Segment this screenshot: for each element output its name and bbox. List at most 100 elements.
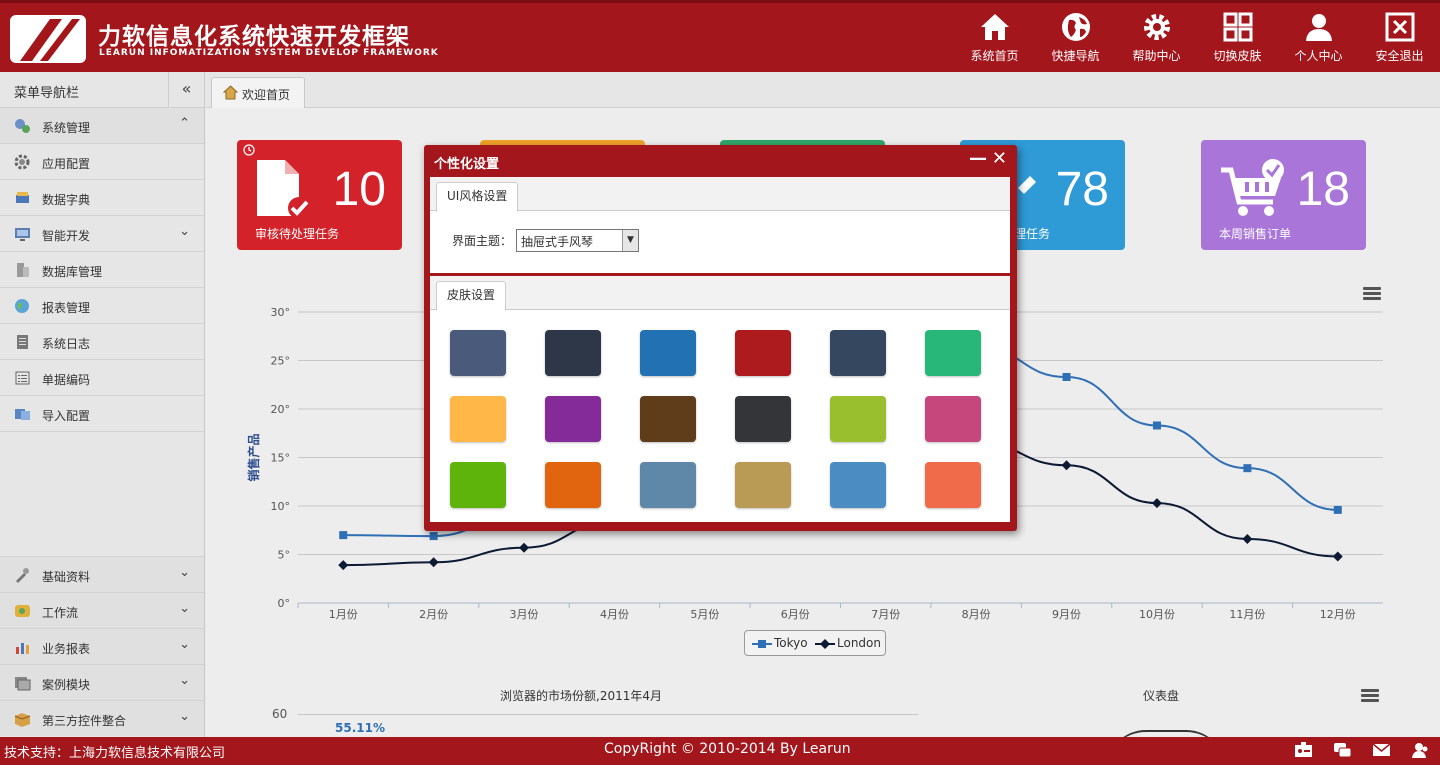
sidebar-item-reports[interactable]: 报表管理 — [0, 288, 204, 324]
sidebar-item-basic[interactable]: 基础资料 ⌄ — [0, 556, 204, 592]
tab-welcome[interactable]: 欢迎首页 — [211, 77, 305, 108]
home-icon — [223, 85, 238, 100]
x-tick-label: 5月份 — [690, 608, 719, 621]
nav-home[interactable]: 系统首页 — [954, 3, 1035, 72]
browser-chart-title: 浏览器的市场份额,2011年4月 — [500, 689, 662, 703]
skin-swatch[interactable] — [640, 462, 696, 508]
skin-swatch[interactable] — [640, 396, 696, 442]
nav-quick-label: 快捷导航 — [1051, 49, 1100, 63]
y-tick-label: 25° — [271, 355, 291, 368]
y-tick-label: 15° — [271, 452, 291, 465]
sidebar-item-label: 案例模块 — [42, 678, 91, 692]
skin-swatch[interactable] — [735, 462, 791, 508]
skin-swatch[interactable] — [735, 330, 791, 376]
y-tick-label: 10° — [271, 500, 291, 513]
theme-select-value: 抽屉式手风琴 — [521, 235, 594, 249]
app-subtitle: LEARUN INFOMATIZATION SYSTEM DEVELOP FRA… — [99, 48, 439, 58]
sidebar-item-third-party[interactable]: 第三方控件整合 ⌄ — [0, 700, 204, 736]
skin-swatch[interactable] — [925, 462, 981, 508]
skin-swatch[interactable] — [450, 396, 506, 442]
chevron-down-icon: ⌄ — [179, 673, 190, 688]
sidebar-item-dev[interactable]: 智能开发 ⌄ — [0, 216, 204, 252]
chevron-down-icon: ⌄ — [179, 637, 190, 652]
users-icon[interactable] — [1411, 741, 1430, 759]
data-point-london — [428, 557, 439, 568]
skin-swatch[interactable] — [545, 330, 601, 376]
sidebar-item-coding[interactable]: 单据编码 — [0, 360, 204, 396]
nav-quick[interactable]: 快捷导航 — [1035, 3, 1116, 72]
sidebar-item-system[interactable]: 系统管理 ⌃ — [0, 108, 204, 144]
cog-icon — [14, 154, 30, 170]
skin-swatch[interactable] — [735, 396, 791, 442]
ui-style-tabbar: UI风格设置 — [430, 177, 1010, 212]
grid-icon — [1223, 12, 1252, 42]
sidebar-collapse-button[interactable]: « — [168, 72, 204, 108]
sidebar-item-dictionary[interactable]: 数据字典 — [0, 180, 204, 216]
nav-help[interactable]: 帮助中心 — [1116, 3, 1197, 72]
data-point-tokyo — [1062, 372, 1071, 381]
skin-panel: 皮肤设置 — [430, 276, 1010, 522]
x-tick-label: 3月份 — [510, 608, 539, 621]
data-point-tokyo — [1152, 421, 1161, 430]
gear-icon — [1143, 14, 1170, 40]
sidebar-item-logs[interactable]: 系统日志 — [0, 324, 204, 360]
window-icon — [15, 677, 31, 691]
tile-weekly-orders[interactable]: 18 本周销售订单 — [1201, 140, 1366, 250]
skin-swatch[interactable] — [640, 330, 696, 376]
sidebar-item-label: 导入配置 — [42, 409, 91, 423]
chart-legend: Tokyo London — [744, 630, 886, 656]
app-title: 力软信息化系统快速开发框架 — [98, 24, 410, 50]
x-tick-label: 6月份 — [781, 608, 810, 621]
tile-caption: 本周销售订单 — [1219, 227, 1292, 241]
data-point-london — [519, 542, 530, 553]
skin-swatch[interactable] — [545, 462, 601, 508]
data-point-tokyo — [1333, 505, 1342, 514]
skin-swatch[interactable] — [925, 330, 981, 376]
mail-icon[interactable] — [1372, 741, 1391, 759]
browser-chart-data-label: 55.11% — [335, 721, 385, 735]
id-card-icon[interactable] — [1294, 741, 1313, 759]
skin-swatch[interactable] — [830, 462, 886, 508]
sidebar-item-label: 系统日志 — [42, 337, 91, 351]
nav-logout[interactable]: 安全退出 — [1359, 3, 1440, 72]
chat-icon[interactable] — [1333, 741, 1352, 759]
sidebar-item-cases[interactable]: 案例模块 ⌄ — [0, 664, 204, 700]
y-axis-label: 销售产品 — [246, 433, 261, 481]
nav-skin[interactable]: 切换皮肤 — [1197, 3, 1278, 72]
support-text: 技术支持：上海力软信息技术有限公司 — [4, 746, 226, 761]
data-point-tokyo — [1243, 464, 1252, 473]
document-icon — [17, 335, 28, 349]
gauge-chart-title: 仪表盘 — [1143, 689, 1180, 703]
report-globe-icon — [15, 299, 29, 313]
sidebar-item-database[interactable]: 数据库管理 — [0, 252, 204, 288]
sidebar-item-label: 智能开发 — [42, 229, 91, 243]
tab-ui-style[interactable]: UI风格设置 — [436, 182, 519, 212]
skin-swatch[interactable] — [450, 462, 506, 508]
sidebar-item-workflow[interactable]: 工作流 ⌄ — [0, 592, 204, 628]
tile-audit-tasks[interactable]: 10 审核待处理任务 — [237, 140, 402, 250]
minimize-button[interactable]: — — [969, 148, 987, 169]
skin-swatch[interactable] — [545, 396, 601, 442]
sidebar-item-biz-reports[interactable]: 业务报表 ⌄ — [0, 628, 204, 664]
sidebar-item-label: 报表管理 — [42, 301, 91, 315]
skin-swatch[interactable] — [450, 330, 506, 376]
nav-help-label: 帮助中心 — [1132, 49, 1181, 63]
gauge-menu-icon[interactable] — [1361, 689, 1379, 703]
skin-swatch[interactable] — [925, 396, 981, 442]
skin-tabbar: 皮肤设置 — [430, 276, 1010, 311]
close-button[interactable]: ✕ — [992, 148, 1007, 169]
data-point-london — [1242, 533, 1253, 544]
skin-swatch[interactable] — [830, 330, 886, 376]
x-tick-label: 1月份 — [329, 608, 358, 621]
x-tick-label: 2月份 — [419, 608, 448, 621]
exit-icon — [1385, 12, 1414, 42]
sidebar-item-import[interactable]: 导入配置 — [0, 396, 204, 432]
tab-skin[interactable]: 皮肤设置 — [436, 281, 507, 311]
legend-tokyo-marker — [752, 640, 772, 648]
skin-swatch[interactable] — [830, 396, 886, 442]
system-settings-icon — [15, 119, 30, 133]
legend-tokyo-label: Tokyo — [774, 636, 808, 650]
theme-select[interactable]: 抽屉式手风琴 ▼ — [516, 229, 639, 252]
sidebar-item-app-config[interactable]: 应用配置 — [0, 144, 204, 180]
nav-profile[interactable]: 个人中心 — [1278, 3, 1359, 72]
